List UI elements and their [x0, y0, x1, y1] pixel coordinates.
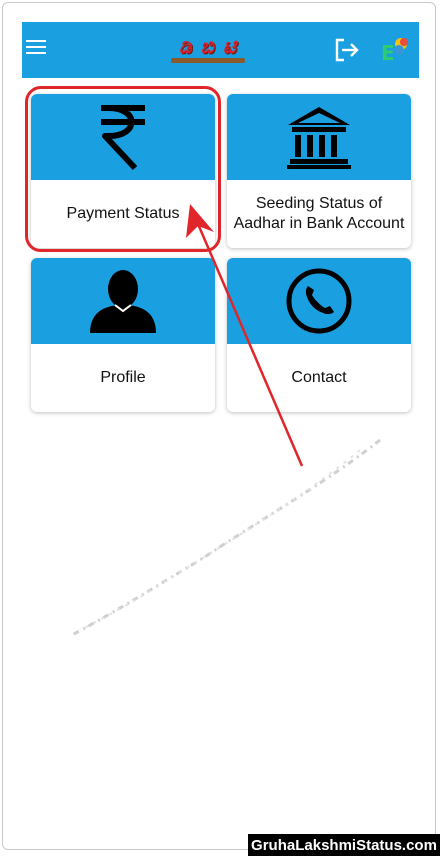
seeding-status-label: Seeding Status of Aadhar in Bank Account	[233, 195, 405, 232]
phone-icon	[286, 268, 352, 334]
seeding-status-card-header	[227, 94, 411, 180]
rupee-icon	[101, 105, 145, 171]
payment-status-card-header	[31, 94, 215, 180]
contact-label: Contact	[291, 369, 347, 386]
payment-status-label: Payment Status	[66, 205, 180, 222]
profile-card-header	[31, 258, 215, 344]
language-toggle-icon[interactable]: E	[379, 34, 411, 66]
svg-text:E: E	[381, 41, 395, 65]
logout-icon[interactable]	[333, 36, 361, 64]
app-logo: ಡಿ ಬಿ ಟಿ	[169, 32, 247, 66]
contact-card-header	[227, 258, 411, 344]
bank-icon	[287, 107, 351, 169]
payment-status-card[interactable]: Payment Status	[31, 94, 215, 248]
profile-label: Profile	[100, 369, 146, 386]
watermark: GruhaLakshmiStatus.com	[248, 834, 440, 856]
app-logo-text: ಡಿ ಬಿ ಟಿ	[178, 33, 238, 58]
contact-card[interactable]: Contact	[227, 258, 411, 412]
logo-ribbon	[171, 57, 245, 63]
user-icon	[90, 270, 156, 333]
app-bar: ಡಿ ಬಿ ಟಿ E	[22, 22, 419, 78]
profile-card[interactable]: Profile	[31, 258, 215, 412]
seeding-status-card[interactable]: Seeding Status of Aadhar in Bank Account	[227, 94, 411, 248]
hamburger-menu-icon[interactable]	[26, 40, 46, 60]
